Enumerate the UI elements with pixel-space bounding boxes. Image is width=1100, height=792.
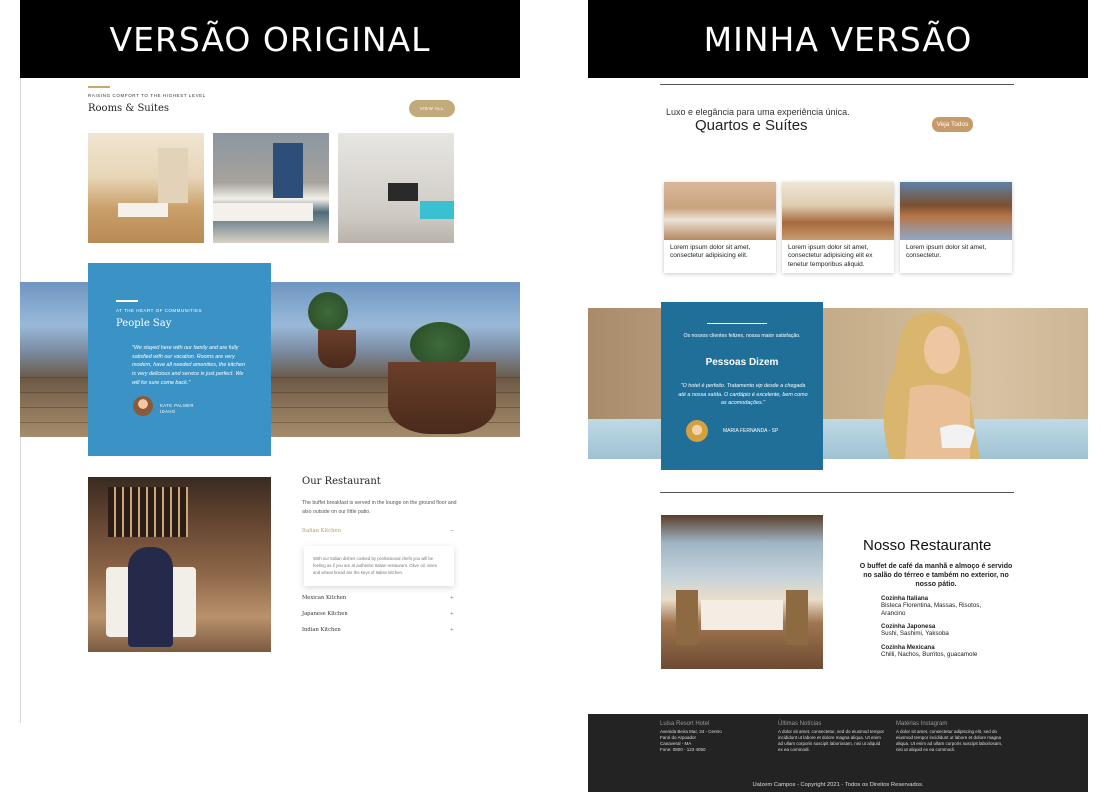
bedspread-shape: [420, 201, 454, 219]
bed-shape: [118, 203, 168, 217]
cuisine-name: Cozinha Japonesa: [881, 623, 936, 630]
cuisine-mexican: Cozinha Mexicana Chilli, Nachos, Burrito…: [881, 644, 1001, 659]
cuisine-dishes: Chilli, Nachos, Burritos, guacamole: [881, 651, 978, 659]
banner-original-label: VERSÃO ORIGINAL: [109, 19, 431, 59]
accordion-japanese[interactable]: Japanese Kitchen +: [302, 611, 454, 621]
testimonial-eyebrow: Os nossos clientes felizes, nossa maior …: [683, 333, 801, 339]
testimonial-title: People Say: [116, 318, 172, 329]
gold-accent-line: [88, 86, 110, 88]
accordion-label: Italian Kitchen: [302, 528, 341, 534]
restaurant-description: The buffet breakfast is served in the lo…: [302, 500, 457, 515]
testimonial-quote: "We stayed here with our family and are …: [132, 345, 245, 386]
pot-shape: [388, 362, 496, 434]
testimonial-card: AT THE HEART OF COMMUNITIES People Say "…: [88, 263, 271, 456]
restaurant-photo: [661, 515, 823, 669]
curtain-shape: [273, 143, 303, 198]
accordion-indian[interactable]: Indian Kitchen +: [302, 627, 454, 637]
room-photo-2[interactable]: [213, 133, 329, 243]
banner-mine: MINHA VERSÃO: [588, 0, 1088, 78]
restaurant-photo: [88, 477, 271, 652]
footer-heading: Matérias Instagram: [896, 721, 948, 727]
plant-shape: [308, 292, 348, 332]
curtain-shape: [158, 148, 188, 203]
chair-shape: [128, 547, 173, 647]
room-card-image: [782, 182, 894, 240]
wine-shelf-shape: [108, 487, 188, 537]
testimonial-quote: "O hotel é perfeito. Tratamento vip desd…: [678, 383, 808, 406]
footer-heading: Últimas Notícias: [778, 721, 822, 727]
white-accent-line: [707, 323, 767, 324]
testimonial-eyebrow: AT THE HEART OF COMMUNITIES: [116, 308, 203, 313]
room-card-text: Lorem ipsum dolor sit amet, consectetur …: [670, 244, 751, 260]
restaurant-title: Our Restaurant: [302, 476, 381, 487]
accordion-panel: With our Italian dishes cooked by profes…: [304, 546, 454, 586]
footer-heading: Luisa Resort Hotel: [660, 721, 710, 727]
room-card-1[interactable]: Lorem ipsum dolor sit amet, consectetur …: [664, 182, 776, 273]
testimonial-title: Pessoas Dizem: [705, 357, 779, 368]
chair-shape: [676, 590, 698, 645]
expand-icon: +: [449, 627, 454, 633]
room-card-image: [900, 182, 1012, 240]
room-card-2[interactable]: Lorem ipsum dolor sit amet, consectetur …: [782, 182, 894, 273]
rooms-tagline: Luxo e elegância para uma experiência ún…: [666, 107, 850, 117]
footer: Luisa Resort Hotel Avenida Beira Mar, 34…: [588, 714, 1088, 792]
banner-original: VERSÃO ORIGINAL: [20, 0, 520, 78]
restaurant-title: Nosso Restaurante: [863, 537, 992, 554]
cuisine-dishes: Bisteca Florentina, Massas, Risotos, Ara…: [881, 602, 982, 617]
bed-shape: [213, 203, 313, 221]
expand-icon: +: [449, 611, 454, 617]
accordion-label: Indian Kitchen: [302, 627, 341, 633]
cuisine-name: Cozinha Mexicana: [881, 644, 935, 651]
footer-news: Últimas Notícias A dolor sit amet, conse…: [778, 721, 886, 753]
room-card-3[interactable]: Lorem ipsum dolor sit amet, consectetur.: [900, 182, 1012, 273]
accordion-label: Japanese Kitchen: [302, 611, 348, 617]
footer-line: Fone: 0800 - 123 4050: [660, 747, 706, 752]
room-photo-3[interactable]: [338, 133, 454, 243]
woman-shape: [883, 312, 980, 459]
white-accent-line: [116, 300, 138, 302]
room-card-image: [664, 182, 776, 240]
view-all-button[interactable]: VIEW ALL: [409, 100, 455, 117]
testimonial-author: MARIA FERNANDA - SP: [723, 428, 779, 434]
copyright: Ualzem Campos - Copyright 2021 - Todos o…: [752, 782, 924, 788]
room-card-text: Lorem ipsum dolor sit amet, consectetur …: [788, 244, 873, 268]
tablecloth-shape: [701, 600, 783, 630]
chair-shape: [786, 590, 808, 645]
pot-shape: [318, 330, 356, 368]
footer-text: A dolor sit amet, consectetur adipiscing…: [896, 729, 1003, 752]
testimonial-author: KATE PALMER IDAHO: [160, 403, 194, 415]
accordion-label: Mexican Kitchen: [302, 595, 347, 601]
expand-icon: +: [449, 595, 454, 601]
section-rule: [660, 492, 1014, 493]
footer-instagram: Matérias Instagram A dolor sit amet, con…: [896, 721, 1004, 753]
accordion-italian[interactable]: Italian Kitchen −: [302, 528, 454, 538]
tv-shape: [388, 183, 418, 201]
collapse-icon: −: [449, 528, 454, 534]
testimonial-card: Os nossos clientes felizes, nossa maior …: [661, 302, 823, 470]
cuisine-italian: Cozinha Italiana Bisteca Florentina, Mas…: [881, 595, 1001, 617]
plant-shape: [410, 322, 470, 367]
footer-address: Luisa Resort Hotel Avenida Beira Mar, 34…: [660, 721, 768, 753]
rooms-eyebrow: RAISING COMFORT TO THE HIGHEST LEVEL: [88, 93, 206, 98]
author-location: IDAHO: [160, 409, 176, 414]
top-rule: [660, 84, 1014, 85]
restaurant-description: O buffet de café da manhã e almoço é ser…: [859, 563, 1013, 588]
avatar: [133, 396, 153, 416]
room-card-text: Lorem ipsum dolor sit amet, consectetur.: [906, 244, 987, 260]
banner-mine-label: MINHA VERSÃO: [703, 19, 973, 59]
accordion-mexican[interactable]: Mexican Kitchen +: [302, 595, 454, 605]
room-photo-1[interactable]: [88, 133, 204, 243]
cuisine-japanese: Cozinha Japonesa Sushi, Sashimi, Yaksoba: [881, 623, 1001, 638]
cuisine-dishes: Sushi, Sashimi, Yaksoba: [881, 630, 949, 638]
cuisine-name: Cozinha Italiana: [881, 595, 929, 602]
avatar: [686, 420, 708, 442]
rooms-title: Rooms & Suites: [88, 103, 170, 114]
view-all-button[interactable]: Veja Todos: [932, 117, 973, 132]
footer-text: A dolor sit amet, consectetur, sed do ei…: [778, 729, 885, 752]
rooms-title: Quartos e Suítes: [695, 117, 808, 134]
